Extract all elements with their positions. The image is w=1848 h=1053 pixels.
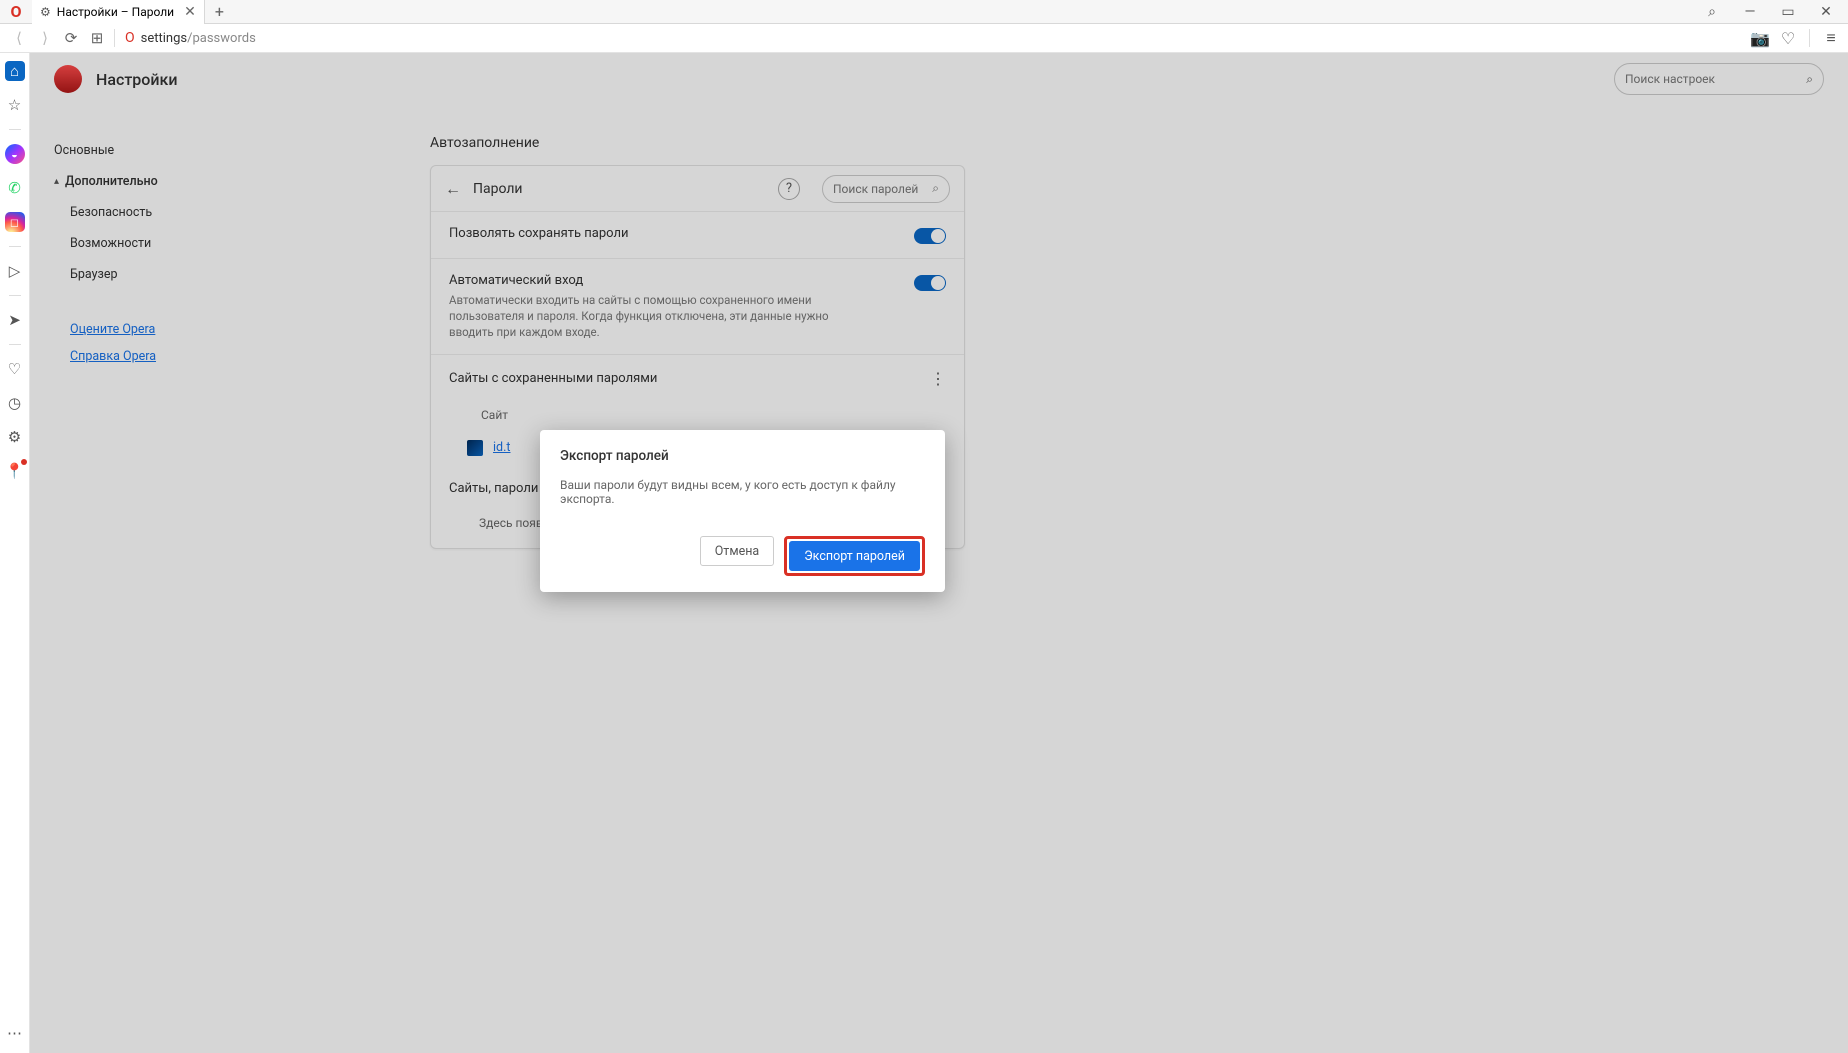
rail-divider (9, 129, 21, 130)
speed-dial-icon[interactable]: ⊞ (84, 25, 110, 51)
highlight-box: Экспорт паролей (784, 536, 925, 576)
rail-divider (9, 295, 21, 296)
menu-icon[interactable]: ≡ (1820, 28, 1842, 48)
minimize-icon[interactable]: — (1736, 4, 1764, 20)
opera-logo-icon[interactable]: O (4, 0, 28, 24)
heart-rail-icon[interactable]: ♡ (5, 359, 25, 379)
export-passwords-dialog: Экспорт паролей Ваши пароли будут видны … (540, 430, 945, 592)
send-icon[interactable]: ➤ (5, 310, 25, 330)
new-tab-button[interactable]: + (205, 2, 234, 21)
settings-rail-icon[interactable]: ⚙ (5, 427, 25, 447)
pin-icon[interactable]: 📍 (5, 461, 25, 481)
snapshot-icon[interactable]: 📷 (1749, 29, 1771, 48)
rail-divider (9, 246, 21, 247)
messenger-icon[interactable]: ◒ (5, 144, 25, 164)
window-controls: ⌕ — ▭ ✕ (1698, 4, 1848, 20)
gear-icon: ⚙ (40, 5, 51, 19)
maximize-icon[interactable]: ▭ (1774, 4, 1802, 20)
address-bar: ⟨ ⟩ ⟳ ⊞ O settings/passwords 📷 ♡ ≡ (0, 24, 1848, 53)
dialog-title: Экспорт паролей (560, 448, 925, 464)
star-icon[interactable]: ☆ (5, 95, 25, 115)
tab-strip: O ⚙ Настройки – Пароли ✕ + ⌕ — ▭ ✕ (0, 0, 1848, 24)
back-button[interactable]: ⟨ (6, 25, 32, 51)
export-passwords-button[interactable]: Экспорт паролей (789, 541, 920, 571)
separator (1809, 29, 1810, 47)
close-window-icon[interactable]: ✕ (1812, 4, 1840, 20)
home-icon[interactable]: ⌂ (5, 61, 25, 81)
tab-title: Настройки – Пароли (57, 5, 174, 19)
forward-button[interactable]: ⟩ (32, 25, 58, 51)
close-tab-icon[interactable]: ✕ (184, 4, 196, 20)
left-rail: ⌂ ☆ ◒ ✆ ◻ ▷ ➤ ♡ ◷ ⚙ 📍 ⋯ (0, 53, 30, 1053)
more-rail-icon[interactable]: ⋯ (5, 1023, 25, 1043)
url-text[interactable]: settings/passwords (141, 31, 256, 46)
play-icon[interactable]: ▷ (5, 261, 25, 281)
browser-tab[interactable]: ⚙ Настройки – Пароли ✕ (32, 0, 205, 24)
reload-button[interactable]: ⟳ (58, 25, 84, 51)
separator (114, 29, 115, 47)
site-favicon-icon: O (125, 30, 135, 46)
instagram-icon[interactable]: ◻ (5, 212, 25, 232)
history-icon[interactable]: ◷ (5, 393, 25, 413)
whatsapp-icon[interactable]: ✆ (5, 178, 25, 198)
cancel-button[interactable]: Отмена (700, 536, 775, 566)
dialog-body: Ваши пароли будут видны всем, у кого ест… (560, 478, 925, 506)
rail-divider (9, 344, 21, 345)
tab-search-icon[interactable]: ⌕ (1698, 4, 1726, 20)
heart-icon[interactable]: ♡ (1777, 29, 1799, 48)
dialog-buttons: Отмена Экспорт паролей (560, 536, 925, 576)
